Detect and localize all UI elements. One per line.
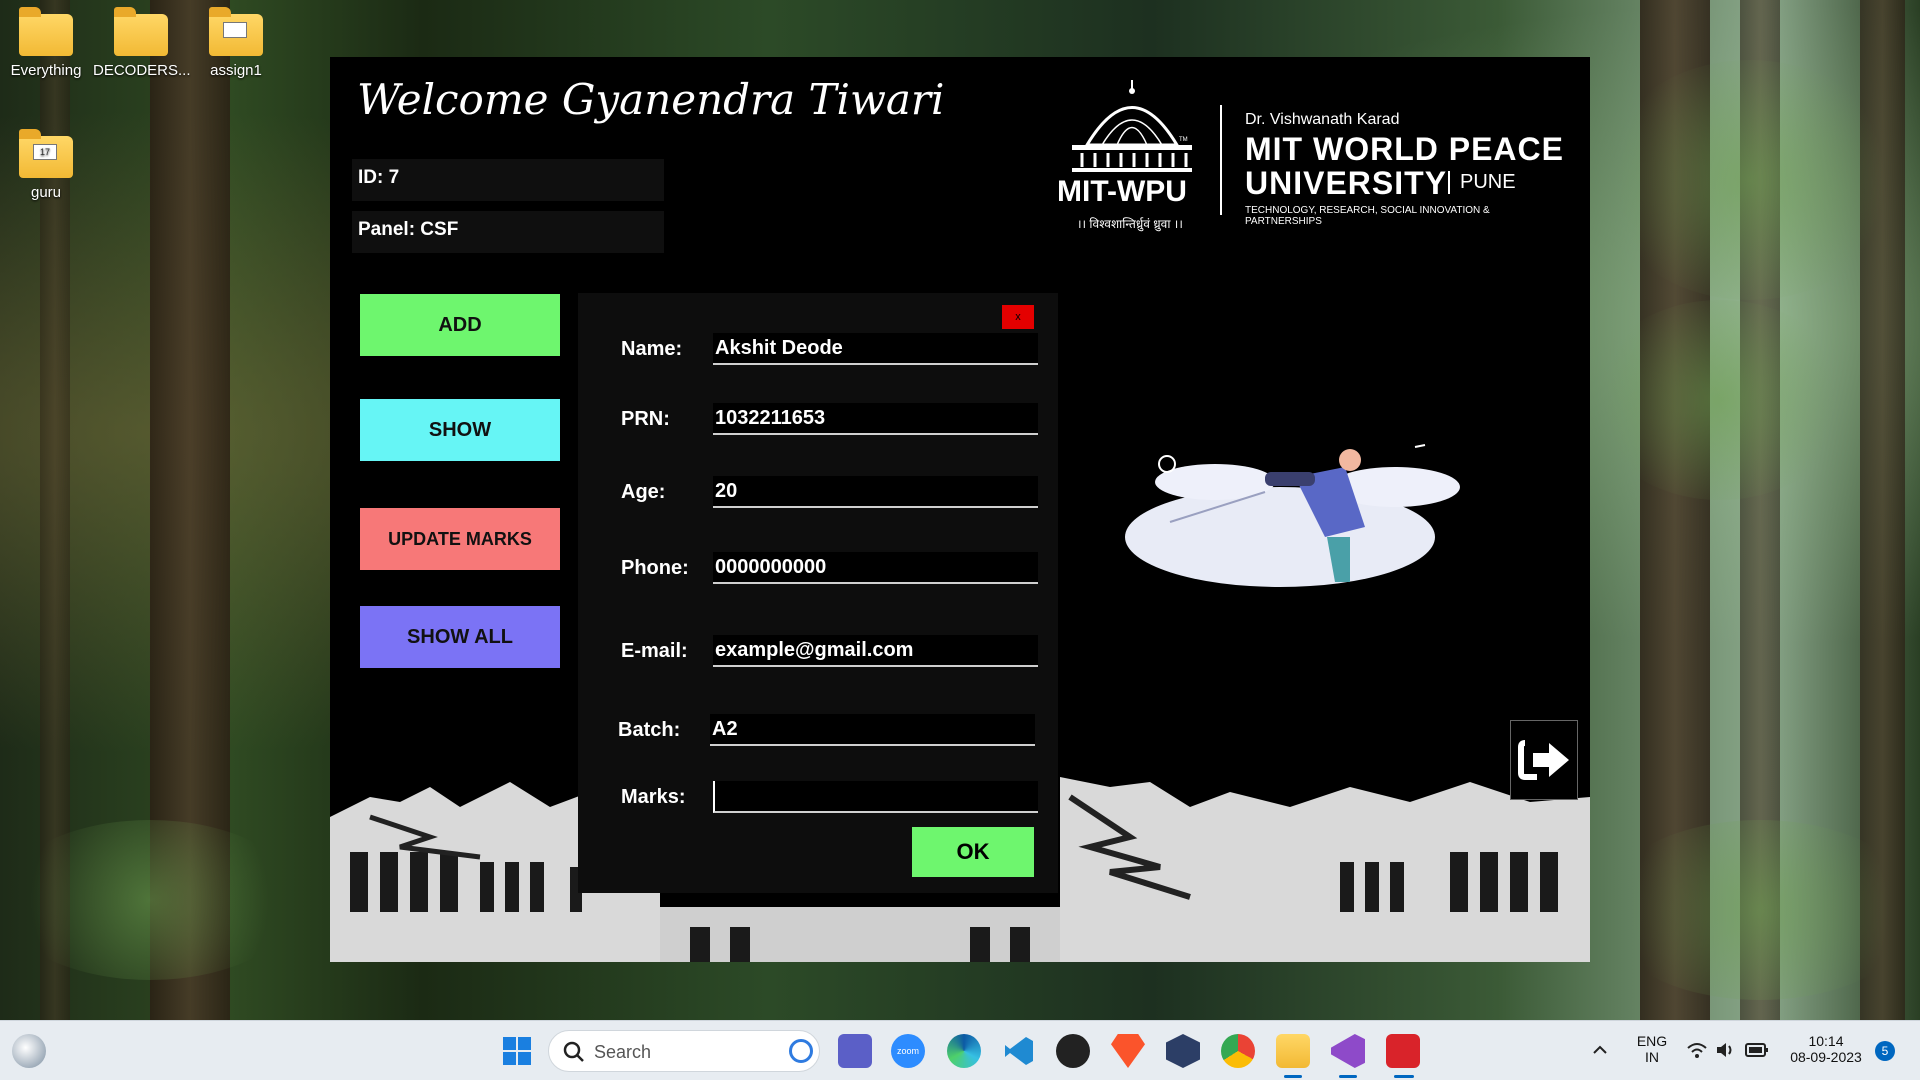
phone-field[interactable] [713, 552, 1038, 584]
teams-icon[interactable] [838, 1034, 872, 1068]
logo-tagline: TECHNOLOGY, RESEARCH, SOCIAL INNOVATION … [1245, 205, 1490, 227]
logo-founder: Dr. Vishwanath Karad [1245, 111, 1400, 128]
logo-mitwpu: MIT-WPU [1057, 175, 1187, 208]
desktop-icon-decoders[interactable]: DECODERS... [93, 0, 191, 79]
logo-line1: MIT WORLD PEACE [1245, 131, 1564, 167]
email-field[interactable] [713, 635, 1038, 667]
desktop-icon-label: DECODERS... [93, 62, 191, 79]
prn-field[interactable] [713, 403, 1038, 435]
start-button[interactable] [500, 1034, 534, 1068]
notification-badge[interactable]: 5 [1875, 1041, 1895, 1061]
search-icon [563, 1041, 584, 1062]
show-all-button[interactable]: SHOW ALL [360, 606, 560, 668]
update-marks-button[interactable]: UPDATE MARKS [360, 508, 560, 570]
name-label: Name: [621, 338, 683, 360]
folder-icon [209, 7, 263, 56]
svg-text:TM: TM [1179, 137, 1188, 143]
marks-field[interactable] [713, 781, 1038, 813]
language-region: IN [1645, 1049, 1659, 1065]
student-form-panel: x Name: PRN: Age: Phone: E-mail: Batch: … [578, 293, 1058, 893]
zoom-icon[interactable]: zoom [891, 1034, 925, 1068]
folder-icon: 17 [19, 129, 73, 178]
taskbar: Search zoom ENG IN 10:14 08-09-2023 5 [0, 1020, 1920, 1080]
id-display: ID: 7 [352, 159, 664, 201]
language-code: ENG [1636, 1033, 1668, 1049]
volume-icon[interactable] [1715, 1041, 1737, 1059]
vscode-icon[interactable] [1002, 1034, 1036, 1068]
binoculars-person-illustration [1125, 444, 1460, 587]
dome-logo-icon: TM [1072, 80, 1192, 172]
close-form-button[interactable]: x [1002, 305, 1034, 329]
search-placeholder: Search [594, 1042, 652, 1062]
email-label: E-mail: [621, 640, 688, 662]
file-explorer-icon[interactable] [1276, 1034, 1310, 1068]
prn-label: PRN: [621, 408, 670, 430]
show-button[interactable]: SHOW [360, 399, 560, 461]
age-label: Age: [621, 481, 666, 503]
logout-arrow-icon [1518, 740, 1569, 780]
age-field[interactable] [713, 476, 1038, 508]
desktop-icon-assign1[interactable]: assign1 [188, 0, 284, 79]
app-window: Welcome Gyanendra Tiwari ID: 7 Panel: CS… [330, 57, 1590, 962]
folder-icon [19, 7, 73, 56]
batch-field[interactable] [710, 714, 1035, 746]
chevron-up-icon[interactable] [1592, 1043, 1608, 1057]
clock-time: 10:14 [1808, 1033, 1844, 1049]
add-button[interactable]: ADD [360, 294, 560, 356]
welcome-heading: Welcome Gyanendra Tiwari [357, 75, 945, 124]
logo-divider [1220, 105, 1222, 215]
desktop-icon-label: Everything [10, 62, 82, 79]
taskbar-search[interactable]: Search [548, 1030, 820, 1072]
desktop-icon-guru[interactable]: 17 guru [0, 122, 94, 201]
obs-icon[interactable] [1056, 1034, 1090, 1068]
marks-label: Marks: [621, 786, 686, 808]
folder-icon [114, 7, 168, 56]
university-logo: TM MIT-WPU ।। विश्वशान्तिर्ध्रुवं ध्रुवा… [1055, 75, 1565, 235]
clock[interactable]: 10:14 08-09-2023 [1786, 1033, 1866, 1065]
phone-label: Phone: [621, 557, 689, 579]
logo-motto: ।। विश्वशान्तिर्ध्रुवं ध्रुवा ।। [1077, 217, 1183, 231]
chrome-icon[interactable] [1221, 1034, 1255, 1068]
language-indicator[interactable]: ENG IN [1632, 1033, 1672, 1065]
bing-icon[interactable] [789, 1039, 813, 1063]
exit-button[interactable] [1510, 720, 1578, 800]
desktop-icon-label: assign1 [210, 62, 262, 79]
desktop-icon-everything[interactable]: Everything [0, 0, 94, 79]
batch-label: Batch: [618, 719, 681, 741]
brave-icon[interactable] [1111, 1034, 1145, 1068]
clock-date: 08-09-2023 [1790, 1049, 1862, 1065]
vscode-logo-icon [1005, 1037, 1033, 1065]
panel-display: Panel: CSF [352, 211, 664, 253]
windows-logo-icon [503, 1037, 531, 1065]
virtualbox-icon[interactable] [1166, 1034, 1200, 1068]
name-field[interactable] [713, 333, 1038, 365]
desktop-icon-label: guru [30, 184, 62, 201]
visual-studio-icon[interactable] [1331, 1034, 1365, 1068]
logo-city: PUNE [1448, 171, 1516, 194]
ok-button[interactable]: OK [912, 827, 1034, 877]
weather-widget-icon[interactable] [12, 1034, 46, 1068]
wifi-icon[interactable] [1686, 1041, 1708, 1059]
battery-icon[interactable] [1745, 1042, 1769, 1058]
pdf-reader-icon[interactable] [1386, 1034, 1420, 1068]
edge-icon[interactable] [947, 1034, 981, 1068]
logo-line2: UNIVERSITY [1245, 165, 1448, 201]
